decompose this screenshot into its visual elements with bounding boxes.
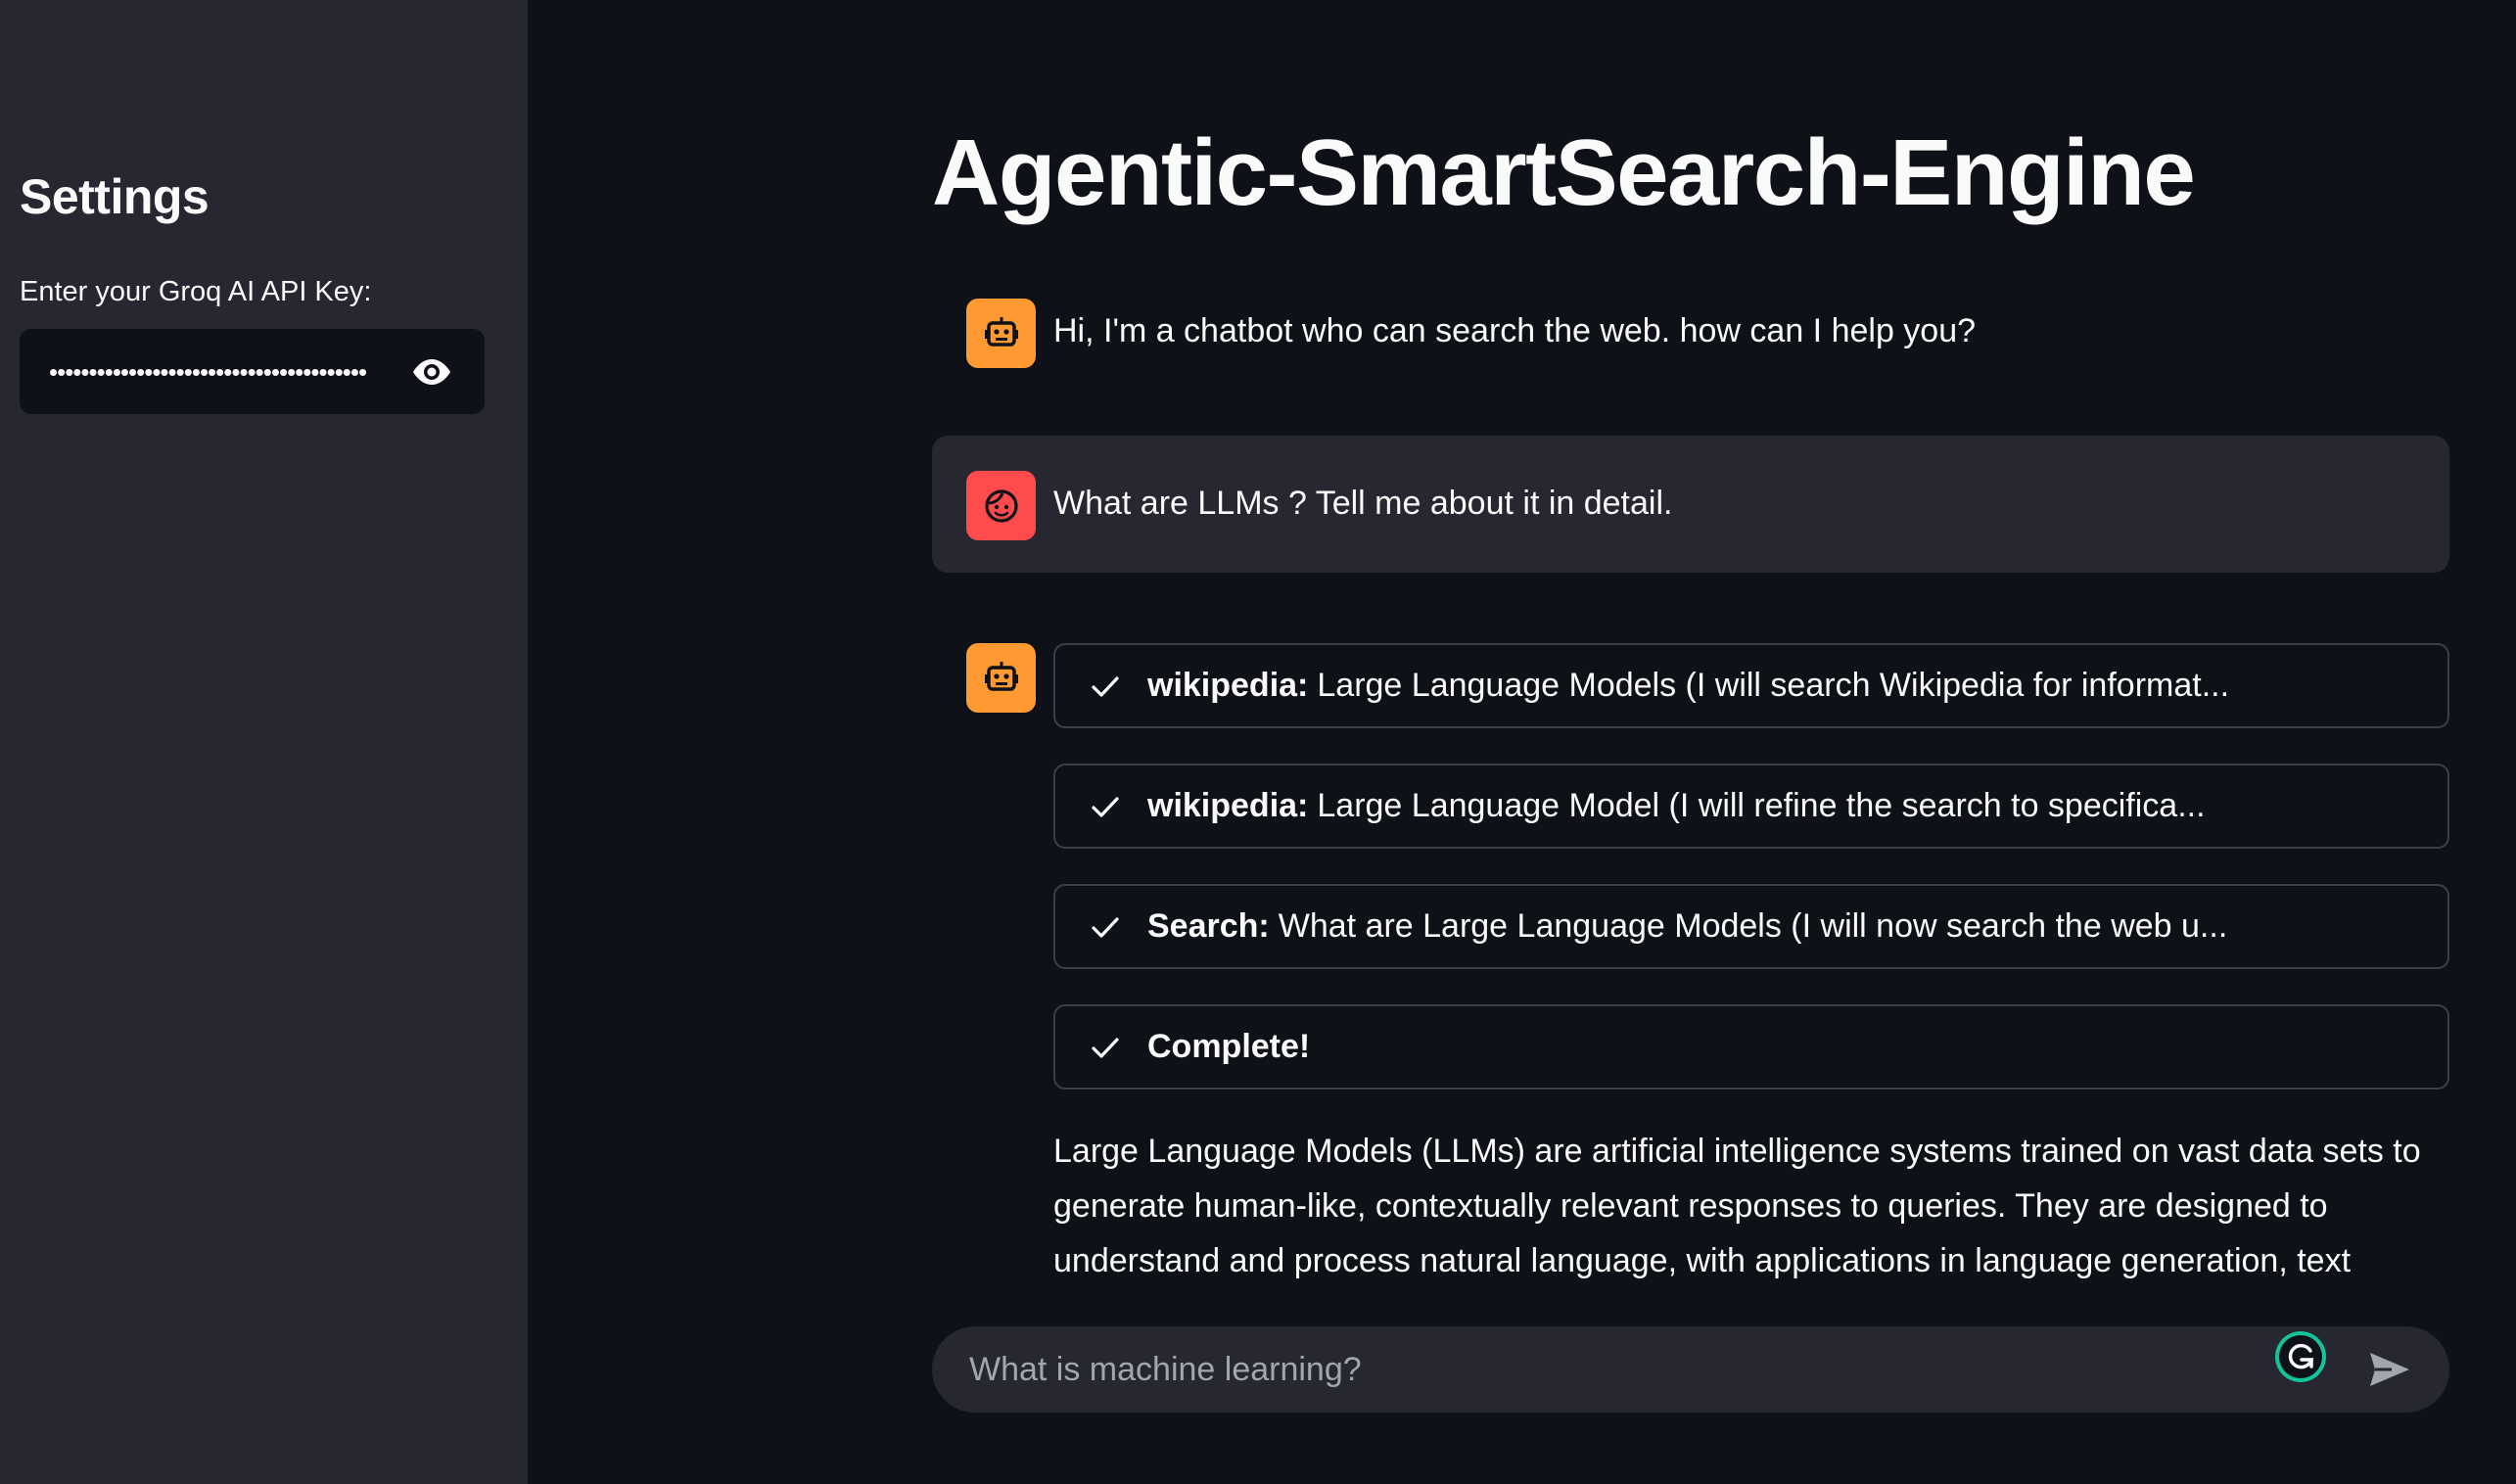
user-message-text: What are LLMs ? Tell me about it in deta… — [1053, 485, 1673, 522]
check-icon — [1092, 796, 1119, 817]
status-step-2[interactable]: wikipedia: Large Language Model (I will … — [1053, 764, 2449, 849]
main-content: Agentic-SmartSearch-Engine Hi, I'm a cha… — [528, 0, 2516, 1484]
status-tool-label: Complete! — [1147, 1028, 1311, 1065]
status-text: Large Language Models (I will search Wik… — [1317, 667, 2230, 704]
assistant-greeting-text: Hi, I'm a chatbot who can search the web… — [1053, 312, 1977, 349]
status-text: Large Language Model (I will refine the … — [1317, 787, 2206, 824]
api-key-label: Enter your Groq AI API Key: — [20, 276, 372, 307]
chat-input-bar[interactable] — [932, 1326, 2449, 1413]
sidebar: Settings Enter your Groq AI API Key: •••… — [0, 0, 528, 1484]
status-step-1[interactable]: wikipedia: Large Language Models (I will… — [1053, 643, 2449, 728]
send-icon[interactable] — [2355, 1335, 2424, 1404]
check-icon — [1092, 675, 1119, 697]
grammarly-icon[interactable] — [2273, 1329, 2328, 1384]
sidebar-title: Settings — [20, 169, 210, 224]
chat-input[interactable] — [969, 1350, 2355, 1389]
assistant-answer-text: Large Language Models (LLMs) are artific… — [1053, 1133, 2421, 1279]
status-text: What are Large Language Models (I will n… — [1278, 907, 2228, 945]
robot-icon — [966, 299, 1036, 368]
api-key-input[interactable]: •••••••••••••••••••••••••••••••••••••••• — [20, 329, 485, 414]
check-icon — [1092, 1037, 1119, 1058]
status-tool-label: wikipedia: — [1147, 667, 1309, 704]
api-key-value[interactable]: •••••••••••••••••••••••••••••••••••••••• — [49, 359, 383, 385]
check-icon — [1092, 916, 1119, 938]
status-tool-label: wikipedia: — [1147, 787, 1309, 824]
page-title: Agentic-SmartSearch-Engine — [932, 120, 2196, 225]
robot-icon — [966, 643, 1036, 713]
app-root: Settings Enter your Groq AI API Key: •••… — [0, 0, 2516, 1484]
status-step-complete[interactable]: Complete! — [1053, 1004, 2449, 1090]
eye-icon[interactable] — [408, 348, 455, 395]
face-icon — [966, 471, 1036, 540]
status-tool-label: Search: — [1147, 907, 1270, 945]
status-step-3[interactable]: Search: What are Large Language Models (… — [1053, 884, 2449, 969]
